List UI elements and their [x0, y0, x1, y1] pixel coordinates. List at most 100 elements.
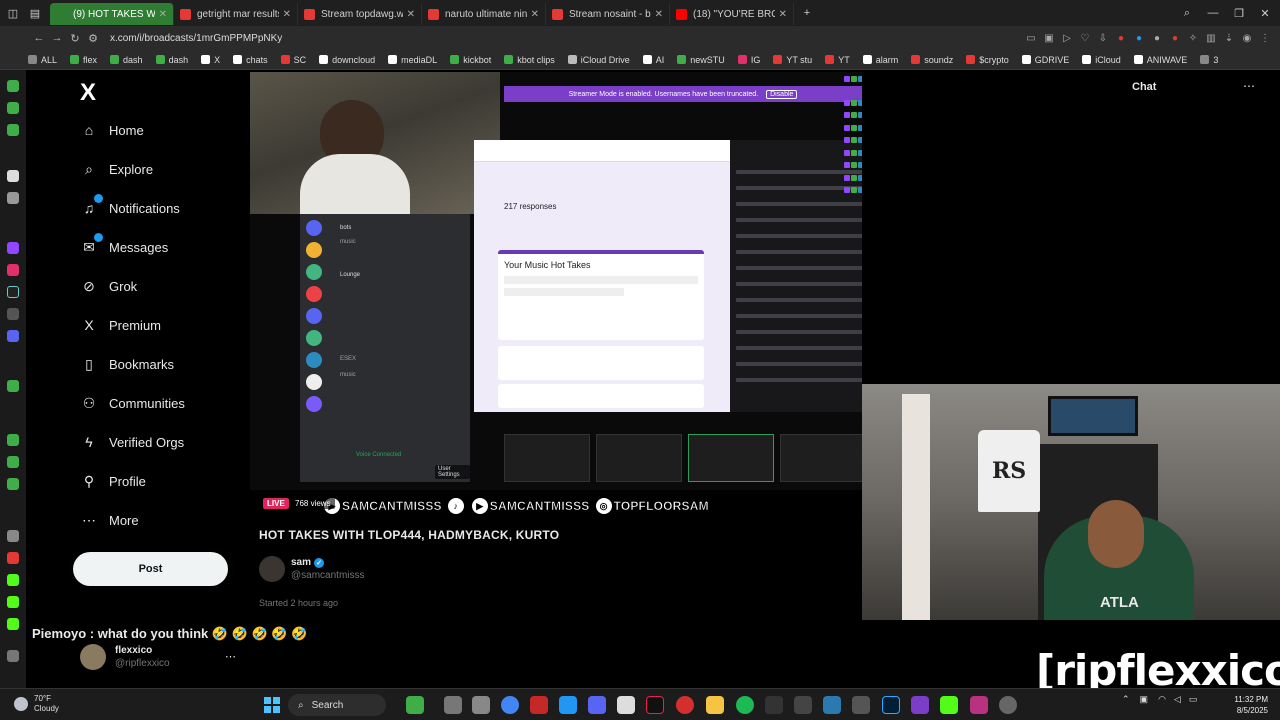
- bookmark-item[interactable]: dash: [110, 55, 143, 65]
- browser-tab[interactable]: Stream nosaint - back on✕: [546, 3, 670, 25]
- bookmark-item[interactable]: kbot clips: [504, 55, 555, 65]
- bookmark-item[interactable]: ALL: [28, 55, 57, 65]
- bookmark-item[interactable]: ANIWAVE: [1133, 55, 1187, 65]
- settings-icon[interactable]: [999, 696, 1017, 714]
- kick-icon[interactable]: [7, 618, 19, 630]
- kick-icon[interactable]: [7, 596, 19, 608]
- bookmark-item[interactable]: dash: [155, 55, 188, 65]
- nav-premium[interactable]: X Premium: [80, 317, 161, 333]
- back-icon[interactable]: ←: [30, 32, 48, 44]
- more-icon[interactable]: ⋯: [1243, 79, 1255, 93]
- bookmark-item[interactable]: YT: [825, 55, 850, 65]
- tiktok-icon[interactable]: [646, 696, 664, 714]
- close-tab-icon[interactable]: ✕: [527, 9, 539, 20]
- url-field[interactable]: x.com/i/broadcasts/1mrGmPPMPpNKy: [110, 33, 1022, 44]
- nav-grok[interactable]: ⊘ Grok: [80, 278, 137, 295]
- bookmark-item[interactable]: soundz: [911, 55, 953, 65]
- more-icon[interactable]: ⋯: [225, 650, 236, 663]
- extension-icon[interactable]: ●: [1166, 33, 1184, 44]
- taskbar-app-icon[interactable]: [765, 696, 783, 714]
- account-switcher[interactable]: flexxico @ripflexxico ⋯: [80, 644, 236, 670]
- discord-icon[interactable]: [7, 330, 19, 342]
- tab-list-icon[interactable]: ▤: [28, 7, 42, 20]
- bookmark-item[interactable]: $crypto: [966, 55, 1009, 65]
- tiktok-icon[interactable]: [7, 286, 19, 298]
- taskbar-app-icon[interactable]: [472, 696, 490, 714]
- close-tab-icon[interactable]: ✕: [279, 9, 291, 20]
- bookmark-item[interactable]: alarm: [862, 55, 898, 65]
- bookmark-item[interactable]: iCloud: [1082, 55, 1121, 65]
- host-handle[interactable]: @samcantmisss: [291, 570, 365, 581]
- nav-verified-orgs[interactable]: ϟ Verified Orgs: [80, 434, 184, 450]
- nav-explore[interactable]: ⌕ Explore: [80, 161, 153, 178]
- sidebar-app-icon[interactable]: [7, 650, 19, 662]
- nav-bookmarks[interactable]: ▯ Bookmarks: [80, 356, 174, 373]
- sidebar-app-icon[interactable]: [7, 552, 19, 564]
- chrome-icon[interactable]: [501, 696, 519, 714]
- browser-tab[interactable]: getright mar results on Se✕: [174, 3, 298, 25]
- forward-icon[interactable]: →: [48, 32, 66, 44]
- start-button[interactable]: [264, 697, 280, 713]
- bookmark-item[interactable]: SC: [280, 55, 306, 65]
- close-tab-icon[interactable]: ✕: [651, 9, 663, 20]
- bookmark-item[interactable]: mediaDL: [388, 55, 437, 65]
- volume-icon[interactable]: ◁: [1174, 694, 1181, 705]
- taskbar-app-icon[interactable]: [852, 696, 870, 714]
- broadcast-video[interactable]: bots music Lounge ESEX music Voice Conne…: [250, 72, 862, 490]
- close-icon[interactable]: ✕: [1258, 7, 1272, 20]
- chevron-up-icon[interactable]: ⌃: [1122, 694, 1130, 705]
- download-icon[interactable]: ⇩: [1094, 33, 1112, 44]
- sidebar-app-icon[interactable]: [7, 456, 19, 468]
- profile-icon[interactable]: ◉: [1238, 33, 1256, 44]
- sidebar-toggle-icon[interactable]: ▥: [1202, 33, 1220, 44]
- bookmark-item[interactable]: AI: [642, 55, 664, 65]
- browser-menu-icon[interactable]: ◫: [6, 7, 20, 20]
- bookmark-item[interactable]: YT stu: [773, 55, 812, 65]
- sidebar-app-icon[interactable]: [7, 124, 19, 136]
- kick-icon[interactable]: [7, 574, 19, 586]
- bookmark-item[interactable]: kickbot: [450, 55, 491, 65]
- taskbar-app-icon[interactable]: [970, 696, 988, 714]
- nav-home[interactable]: ⌂ Home: [80, 122, 144, 138]
- taskbar-app-icon[interactable]: [823, 696, 841, 714]
- instagram-icon[interactable]: [7, 264, 19, 276]
- nav-more[interactable]: ⋯ More: [80, 512, 139, 529]
- participant-thumb[interactable]: [688, 434, 774, 482]
- participant-thumb[interactable]: [504, 434, 590, 482]
- bookmark-item[interactable]: iCloud Drive: [567, 55, 630, 65]
- bookmark-item[interactable]: downcloud: [319, 55, 375, 65]
- twitch-icon[interactable]: [7, 242, 19, 254]
- battery-icon[interactable]: ▭: [1189, 694, 1198, 705]
- host-name[interactable]: sam ✓: [291, 557, 365, 568]
- bookmark-item[interactable]: 3: [1200, 55, 1218, 65]
- taskbar-app-icon[interactable]: [559, 696, 577, 714]
- restore-icon[interactable]: ❐: [1232, 7, 1246, 20]
- taskbar-app-icon[interactable]: [444, 696, 462, 714]
- favorite-icon[interactable]: ♡: [1076, 33, 1094, 44]
- bookmark-item[interactable]: IG: [737, 55, 760, 65]
- participant-thumb[interactable]: [596, 434, 682, 482]
- screenshot-icon[interactable]: ▣: [1040, 33, 1058, 44]
- folder-icon[interactable]: [706, 696, 724, 714]
- sidebar-app-icon[interactable]: [7, 80, 19, 92]
- sidebar-app-icon[interactable]: [7, 102, 19, 114]
- site-info-icon[interactable]: ⚙: [84, 32, 102, 45]
- bookmark-item[interactable]: chats: [233, 55, 268, 65]
- weather-widget[interactable]: 70°F Cloudy: [14, 694, 59, 714]
- sidebar-app-icon[interactable]: [7, 434, 19, 446]
- extension-icon[interactable]: ●: [1148, 33, 1166, 44]
- spotify-icon[interactable]: [736, 696, 754, 714]
- opera-icon[interactable]: [676, 696, 694, 714]
- discord-icon[interactable]: [588, 696, 606, 714]
- photoshop-icon[interactable]: [882, 696, 900, 714]
- sidebar-app-icon[interactable]: [7, 170, 19, 182]
- taskbar-app-icon[interactable]: [911, 696, 929, 714]
- sidebar-app-icon[interactable]: [7, 192, 19, 204]
- x-logo-icon[interactable]: X: [80, 79, 96, 107]
- reload-icon[interactable]: ↻: [66, 32, 84, 45]
- broadcast-host[interactable]: sam ✓ @samcantmisss: [259, 556, 365, 582]
- minimize-icon[interactable]: —: [1206, 7, 1220, 20]
- browser-tab[interactable]: (9) HOT TAKES WITH✕: [50, 3, 174, 25]
- nav-notifications[interactable]: ♫ Notifications: [80, 194, 180, 216]
- taskbar-app-icon[interactable]: [530, 696, 548, 714]
